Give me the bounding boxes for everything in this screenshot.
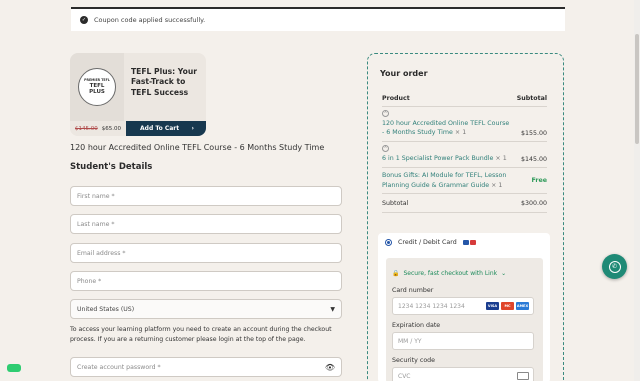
visa-icon: VISA [486, 302, 499, 310]
subtotal-label: Subtotal [382, 199, 409, 207]
card-number-placeholder: 1234 1234 1234 1234 [398, 302, 465, 310]
add-to-cart-label: Add To Cart [140, 125, 180, 132]
link-checkout-text: Secure, fast checkout with Link [403, 270, 498, 277]
payment-radio[interactable] [385, 239, 392, 246]
lock-icon: 🔒 [392, 270, 400, 277]
check-circle-icon: ✓ [80, 16, 88, 24]
credit-card-icon [462, 240, 476, 245]
password-placeholder: Create account password * [77, 363, 161, 371]
chevron-down-icon: ▼ [330, 305, 335, 313]
order-row: × 120 hour Accredited Online TEFL Course… [382, 107, 547, 142]
expiration-placeholder: MM / YY [398, 337, 422, 345]
order-item-qty: × 1 [491, 181, 503, 189]
cvc-label: Security code [392, 357, 436, 364]
subtotal-value: $300.00 [520, 199, 547, 207]
expiration-label: Expiration date [392, 322, 441, 329]
order-item-name: Bonus Gifts: AI Module for TEFL, Lesson … [382, 172, 507, 189]
badge-main-text: TEFL PLUS [89, 82, 105, 95]
payment-option-card[interactable]: Credit / Debit Card [385, 239, 476, 246]
order-heading: Your order [380, 69, 428, 78]
order-item-price-free: Free [531, 177, 547, 184]
phone-field[interactable]: Phone * [70, 271, 342, 291]
first-name-field[interactable]: First name * [70, 186, 342, 206]
order-row: × 6 in 1 Specialist Power Pack Bundle × … [382, 142, 547, 168]
stripe-card-form: 🔒 Secure, fast checkout with Link ⌄ Card… [386, 258, 543, 381]
order-row: Bonus Gifts: AI Module for TEFL, Lesson … [382, 168, 547, 194]
notice-text: Coupon code applied successfully. [94, 16, 206, 24]
email-field[interactable]: Email address * [70, 243, 342, 263]
chevron-right-icon: › [191, 125, 194, 132]
col-product: Product [382, 94, 410, 102]
payment-method-box: Credit / Debit Card 🔒 Secure, fast check… [378, 233, 550, 381]
amex-icon: AMEX [516, 302, 529, 310]
card-number-label: Card number [392, 287, 434, 294]
mastercard-icon: MC [501, 302, 514, 310]
cvc-input[interactable]: CVC [392, 367, 534, 381]
last-name-field[interactable]: Last name * [70, 214, 342, 234]
whatsapp-icon: ✆ [608, 260, 621, 273]
add-to-cart-button[interactable]: Add To Cart › [126, 121, 206, 136]
product-thumbnail: PREMIER TEFL TEFL PLUS [70, 53, 124, 121]
order-item-price: $155.00 [520, 130, 547, 137]
page-scrollbar[interactable] [634, 0, 640, 381]
whatsapp-button[interactable]: ✆ [602, 254, 627, 279]
order-table-header: Product Subtotal [382, 90, 547, 107]
old-price: $145.00 [75, 125, 98, 132]
cvc-placeholder: CVC [398, 372, 411, 380]
password-field[interactable]: Create account password * 👁 [70, 357, 342, 377]
card-number-input[interactable]: 1234 1234 1234 1234 VISA MC AMEX [392, 297, 534, 315]
chat-widget-button[interactable] [7, 364, 21, 372]
upsell-product-card: PREMIER TEFL TEFL PLUS TEFL Plus: Your F… [70, 53, 206, 136]
subtotal-row: Subtotal $300.00 [382, 194, 547, 213]
link-checkout[interactable]: 🔒 Secure, fast checkout with Link ⌄ [392, 270, 506, 277]
new-price: $65.00 [101, 125, 121, 132]
card-brands: VISA MC AMEX [486, 302, 529, 310]
remove-item-icon[interactable]: × [382, 109, 389, 117]
eye-icon[interactable]: 👁 [325, 363, 335, 372]
product-title: TEFL Plus: Your Fast-Track to TEFL Succe… [131, 67, 197, 97]
cvc-card-icon [517, 372, 529, 380]
payment-method-label: Credit / Debit Card [398, 239, 457, 246]
account-note: To access your learning platform you nee… [70, 326, 332, 343]
order-item-name[interactable]: 120 hour Accredited Online TEFL Course -… [382, 120, 509, 136]
order-item-qty: × 1 [454, 128, 467, 136]
col-subtotal: Subtotal [516, 94, 547, 102]
order-item-price: $145.00 [520, 156, 547, 163]
scrollbar-thumb[interactable] [635, 34, 639, 144]
country-value: United States (US) [77, 305, 135, 313]
student-details-heading: Student's Details [70, 162, 153, 172]
order-item-name[interactable]: 6 in 1 Specialist Power Pack Bundle [382, 155, 493, 162]
coupon-notice: ✓ Coupon code applied successfully. [71, 7, 565, 31]
country-select[interactable]: United States (US) ▼ [70, 299, 342, 319]
order-table: Product Subtotal × 120 hour Accredited O… [382, 90, 547, 213]
course-name: 120 hour Accredited Online TEFL Course -… [70, 143, 325, 152]
remove-item-icon[interactable]: × [382, 144, 389, 152]
tefl-plus-logo: PREMIER TEFL TEFL PLUS [78, 68, 116, 106]
expiration-input[interactable]: MM / YY [392, 332, 534, 350]
order-item-qty: × 1 [495, 154, 507, 162]
chevron-down-icon: ⌄ [501, 270, 507, 277]
